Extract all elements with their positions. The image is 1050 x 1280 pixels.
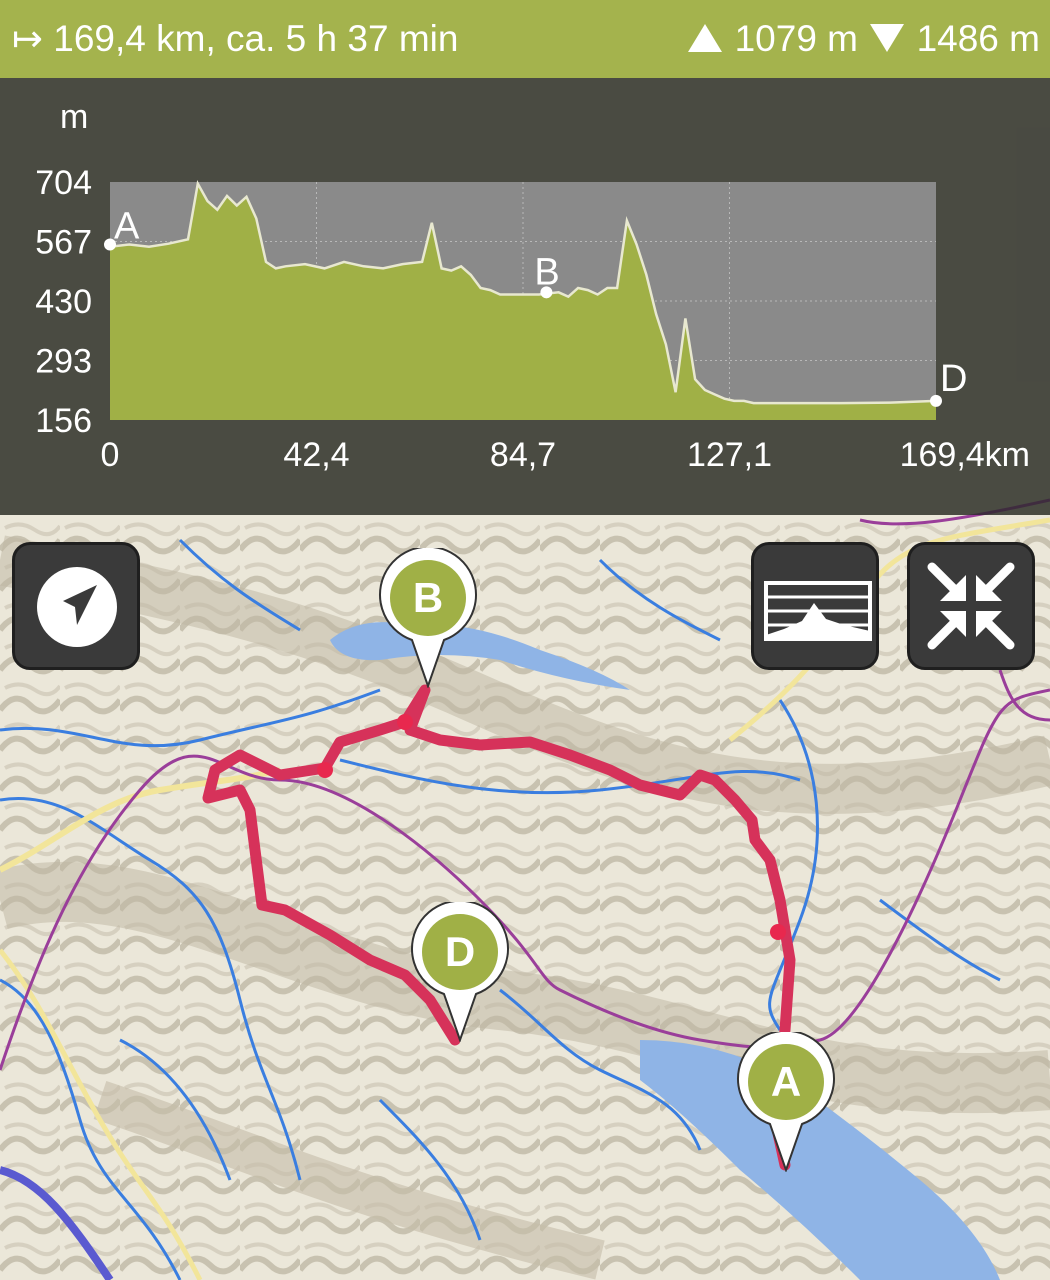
elevation-stats: 1079 m 1486 m bbox=[686, 0, 1040, 78]
waypoint-label-b: B bbox=[534, 251, 559, 293]
marker-label-d: D bbox=[444, 928, 476, 975]
y-axis-unit: m bbox=[60, 98, 88, 136]
elevation-profile-toggle-button[interactable] bbox=[751, 542, 879, 670]
collapse-view-button[interactable] bbox=[907, 542, 1035, 670]
route-stats-bar: ↦ 169,4 km, ca. 5 h 37 min 1079 m 1486 m bbox=[0, 0, 1050, 78]
ascent-value: 1079 m bbox=[734, 18, 859, 59]
marker-label-b: B bbox=[412, 574, 444, 621]
y-tick-label: 567 bbox=[35, 224, 92, 262]
waypoint-label-a: A bbox=[114, 206, 140, 248]
y-tick-label: 293 bbox=[35, 343, 92, 381]
marker-label-a: A bbox=[770, 1058, 802, 1105]
x-tick-label: 84,7 bbox=[490, 436, 556, 474]
x-tick-label: 42,4 bbox=[283, 436, 349, 474]
ascent-icon bbox=[688, 24, 723, 53]
x-tick-label: 0 bbox=[101, 436, 120, 474]
x-tick-label: 169,4km bbox=[900, 436, 1030, 474]
waypoint-marker-b[interactable]: B bbox=[378, 548, 478, 688]
waypoint-marker-d[interactable]: D bbox=[410, 902, 510, 1042]
y-tick-label: 704 bbox=[35, 164, 92, 202]
distance-time: ↦ 169,4 km, ca. 5 h 37 min bbox=[12, 18, 459, 59]
descent-value: 1486 m bbox=[916, 18, 1040, 59]
x-tick-label: 127,1 bbox=[687, 436, 772, 474]
waypoint-label-d: D bbox=[940, 358, 967, 400]
descent-icon bbox=[870, 24, 905, 53]
elevation-profile-panel[interactable]: m 704 567 430 293 156 0 42,4 84,7 127,1 169,4km … bbox=[0, 78, 1050, 515]
locate-button[interactable] bbox=[12, 542, 140, 670]
y-tick-label: 430 bbox=[35, 283, 92, 321]
elevation-profile-icon bbox=[764, 581, 872, 641]
collapse-arrows-icon bbox=[927, 562, 1015, 650]
waypoint-marker-a[interactable]: A bbox=[736, 1032, 836, 1172]
y-tick-label: 156 bbox=[35, 402, 92, 440]
